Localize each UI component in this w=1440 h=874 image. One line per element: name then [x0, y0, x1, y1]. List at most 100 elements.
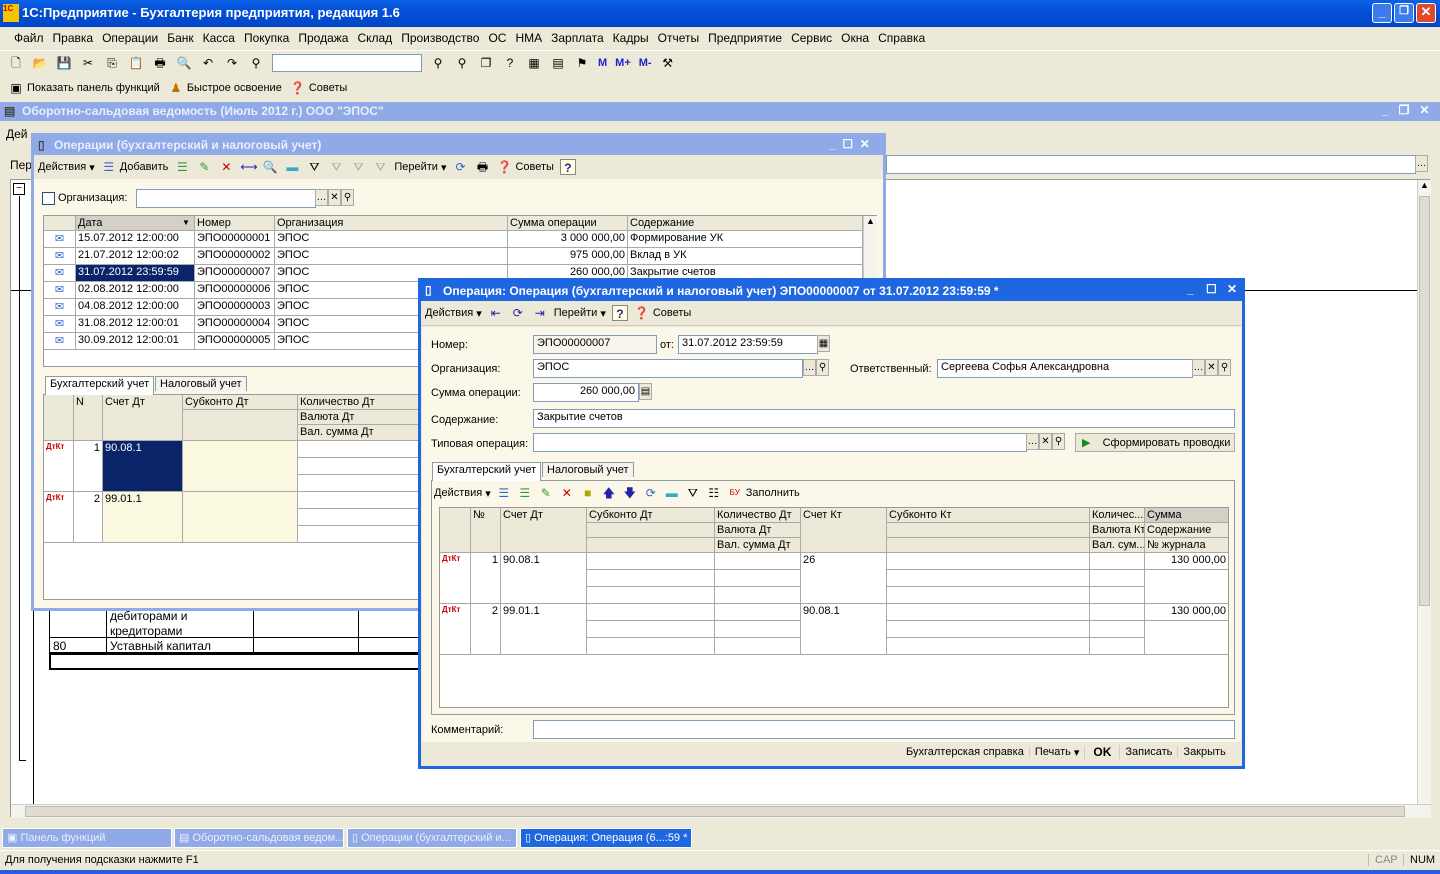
help-icon[interactable]: ? — [502, 55, 518, 71]
copy-row-icon[interactable]: ☰ — [517, 485, 533, 501]
search-combo[interactable] — [272, 53, 422, 72]
entry-account-kt[interactable]: 26 — [801, 553, 887, 604]
list-cell-num[interactable]: ЭПО00000006 — [195, 282, 275, 299]
doc-tab-tax[interactable]: Налоговый учет — [542, 462, 634, 477]
calendar-icon[interactable]: ▦ — [526, 55, 542, 71]
memory-minus-button[interactable]: M- — [639, 57, 652, 69]
entry-cell[interactable] — [587, 604, 715, 621]
close-button[interactable]: ✕ — [1416, 3, 1436, 23]
sort-icon[interactable]: ☷ — [706, 485, 722, 501]
entry-cell[interactable] — [715, 570, 801, 587]
entry-cell[interactable] — [587, 553, 715, 570]
doc-close-button[interactable]: ✕ — [1227, 282, 1237, 296]
new-icon[interactable]: 🗋 — [8, 55, 24, 71]
column-header[interactable]: Номер — [195, 216, 275, 231]
content-field[interactable]: Закрытие счетов — [533, 409, 1235, 428]
entry-cell[interactable] — [1090, 604, 1145, 621]
clear-filter-icon[interactable]: ⛛ — [372, 159, 388, 175]
open-icon[interactable]: 📂 — [32, 55, 48, 71]
clear-button[interactable]: ✕ — [1039, 433, 1052, 450]
add-row-icon[interactable]: ☰ — [496, 485, 512, 501]
find-number-icon[interactable]: 🔍 — [262, 159, 278, 175]
calculator-button[interactable]: ▤ — [639, 383, 652, 400]
show-panel-button[interactable]: ▣ Показать панель функций — [8, 80, 160, 96]
entry-cell[interactable] — [887, 638, 1090, 655]
list-cell-org[interactable]: ЭПОС — [275, 231, 508, 248]
entry-cell[interactable] — [715, 587, 801, 604]
collapse-group-icon[interactable]: − — [13, 183, 25, 195]
menu-item[interactable]: Файл — [14, 31, 44, 45]
minimize-button[interactable]: _ — [1372, 3, 1392, 23]
post-and-close-icon[interactable]: ⇤ — [488, 305, 504, 321]
menu-item[interactable]: Кадры — [613, 31, 649, 45]
print-icon[interactable]: 🖶 — [152, 55, 168, 71]
filter-value-icon[interactable]: ⛛ — [328, 159, 344, 175]
tools-icon[interactable]: ⚒ — [660, 55, 676, 71]
entry-cell[interactable] — [887, 570, 1090, 587]
menu-item[interactable]: Склад — [357, 31, 392, 45]
menu-item[interactable]: Банк — [167, 31, 193, 45]
org-filter-checkbox[interactable] — [42, 192, 55, 205]
entry-cell[interactable] — [587, 570, 715, 587]
list-cell-org[interactable]: ЭПОС — [275, 248, 508, 265]
select-button[interactable]: … — [1026, 433, 1039, 450]
help-icon[interactable]: ? — [611, 305, 628, 321]
clear-button[interactable]: ✕ — [328, 189, 341, 206]
list-goto-menu[interactable]: Перейти ▾ — [394, 161, 446, 174]
list-cell-num[interactable]: ЭПО00000001 — [195, 231, 275, 248]
cut-icon[interactable]: ✂ — [80, 55, 96, 71]
copy-icon[interactable]: ⎘ — [104, 55, 120, 71]
refresh-icon[interactable]: ⟳ — [643, 485, 659, 501]
entry-account-dt[interactable]: 99.01.1 — [501, 604, 587, 655]
entry-cell[interactable] — [887, 621, 1090, 638]
menu-item[interactable]: Предприятие — [708, 31, 782, 45]
column-header[interactable]: Сумма операции — [508, 216, 628, 231]
list-cell-content[interactable]: Формирование УК — [628, 231, 863, 248]
tips-button[interactable]: ❓ Советы — [290, 80, 347, 96]
task-osv[interactable]: ▤ Оборотно-сальдовая ведом... — [174, 828, 344, 848]
osv-window-controls[interactable]: _ ❐ ✕ — [1382, 103, 1430, 117]
menu-item[interactable]: Продажа — [298, 31, 348, 45]
menu-item[interactable]: Окна — [841, 31, 869, 45]
entry-cell[interactable] — [1090, 553, 1145, 570]
menu-item[interactable]: Отчеты — [658, 31, 699, 45]
entry-cell[interactable] — [887, 604, 1090, 621]
list-tips-button[interactable]: ❓ Советы — [496, 159, 554, 175]
help-icon[interactable]: ? — [559, 159, 576, 175]
refresh-icon[interactable]: ⟳ — [452, 159, 468, 175]
list-cell-date[interactable]: 31.07.2012 23:59:59 — [76, 265, 195, 282]
filter-icon[interactable]: ⛛ — [306, 159, 322, 175]
menu-item[interactable]: Касса — [203, 31, 235, 45]
copy-doc-icon[interactable]: ⇥ — [532, 305, 548, 321]
task-operations-list[interactable]: ▯ Операции (бухгалтерский и... — [347, 828, 517, 848]
interval-icon[interactable]: ⟷ — [240, 159, 257, 175]
paste-icon[interactable]: 📋 — [128, 55, 144, 71]
entry-cell[interactable] — [1090, 638, 1145, 655]
doc-maximize-button[interactable]: ☐ — [1206, 282, 1217, 296]
ok-button[interactable]: OK — [1085, 745, 1121, 759]
restore-button[interactable]: ❐ — [1394, 3, 1414, 23]
sum-field[interactable]: 260 000,00 — [533, 383, 639, 402]
entry-sum[interactable]: 130 000,00 — [1145, 604, 1228, 621]
osv-period-field[interactable] — [886, 155, 1416, 174]
reread-icon[interactable]: ⟳ — [510, 305, 526, 321]
close-doc-button[interactable]: Закрыть — [1178, 746, 1230, 758]
list-cell-date[interactable]: 30.09.2012 12:00:01 — [76, 333, 195, 350]
entry-cell[interactable] — [715, 621, 801, 638]
entry-cell[interactable] — [887, 553, 1090, 570]
entry-cell[interactable] — [715, 553, 801, 570]
list-cell-content[interactable]: Вклад в УК — [628, 248, 863, 265]
open-button[interactable]: ⚲ — [816, 359, 829, 376]
move-down-icon[interactable]: 🡇 — [622, 485, 638, 501]
menu-item[interactable]: ОС — [488, 31, 506, 45]
list-window-controls[interactable]: _ ☐ ✕ — [829, 137, 870, 151]
filter-icon[interactable]: ⛛ — [685, 485, 701, 501]
osv-actions-menu[interactable]: Дей — [6, 127, 28, 141]
entry-sum[interactable]: 130 000,00 — [1145, 553, 1228, 570]
doc-minimize-button[interactable]: _ — [1187, 282, 1194, 296]
list-cell-num[interactable]: ЭПО00000002 — [195, 248, 275, 265]
menu-item[interactable]: Производство — [401, 31, 479, 45]
postings-actions-menu[interactable]: Действия ▾ — [434, 487, 491, 500]
menu-item[interactable]: Правка — [53, 31, 94, 45]
horizontal-scrollbar[interactable] — [11, 804, 1431, 818]
